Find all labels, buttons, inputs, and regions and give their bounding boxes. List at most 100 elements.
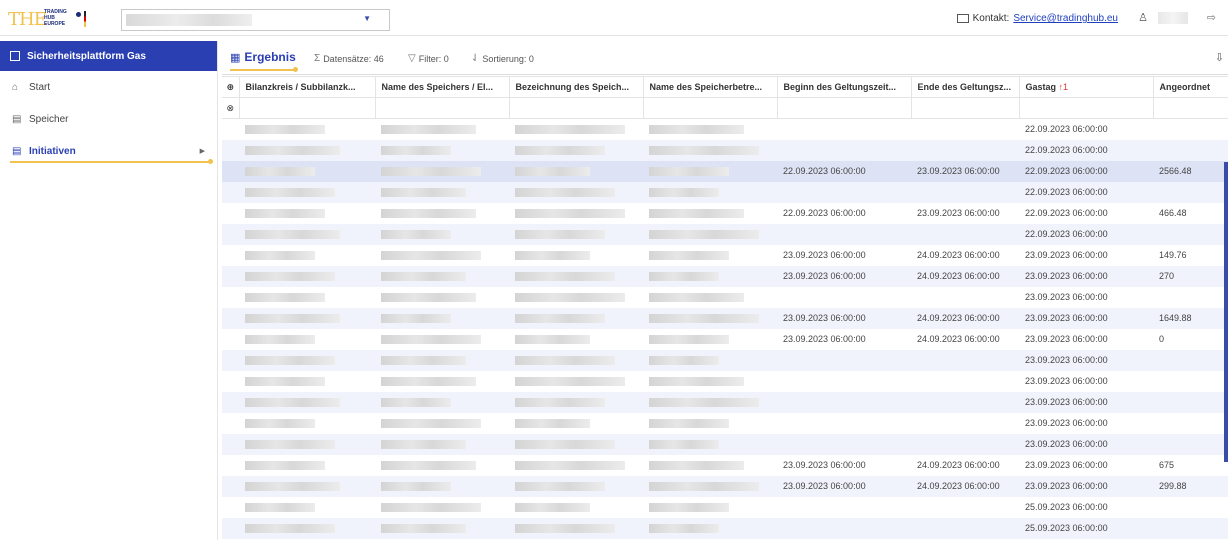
cell-wert: 299.88 <box>1153 475 1228 497</box>
table-row[interactable]: 23.09.2023 06:00:00 24.09.2023 06:00:00 23… <box>222 328 1228 350</box>
column-header-gastag[interactable]: Gastag ↑1 <box>1019 76 1154 98</box>
redacted-cell <box>239 286 375 308</box>
redacted-cell <box>643 139 777 161</box>
table-row[interactable]: 22.09.2023 06:00:00 <box>222 118 1228 140</box>
table-row[interactable]: 23.09.2023 06:00:00 24.09.2023 06:00:00 23… <box>222 244 1228 266</box>
table-row[interactable]: 23.09.2023 06:00:00 <box>222 433 1228 455</box>
redacted-value <box>649 314 759 324</box>
user-icon[interactable]: ♙ <box>1138 11 1148 24</box>
filter-icon: ▽ <box>408 53 416 64</box>
row-control-cell <box>222 454 239 476</box>
table-row[interactable]: 23.09.2023 06:00:00 <box>222 349 1228 371</box>
sidebar-item-speicher[interactable]: ▤ Speicher <box>0 103 217 135</box>
column-header-angeordnet[interactable]: Angeordnet <box>1153 76 1228 98</box>
table-row[interactable]: 22.09.2023 06:00:00 23.09.2023 06:00:00 22… <box>222 160 1228 182</box>
redacted-cell <box>239 391 375 413</box>
redacted-cell <box>643 118 777 140</box>
redacted-value <box>649 251 729 261</box>
sidebar-item-initiativen[interactable]: ▤ Initiativen ▶ <box>0 135 217 167</box>
redacted-cell <box>239 223 375 245</box>
cell-ende: 24.09.2023 06:00:00 <box>911 454 1019 476</box>
table-row[interactable]: 23.09.2023 06:00:00 <box>222 286 1228 308</box>
logout-icon[interactable]: ⇨ <box>1207 11 1216 24</box>
column-header-beginn[interactable]: Beginn des Geltungszeit... <box>777 76 912 98</box>
redacted-value <box>245 230 340 240</box>
table-row[interactable]: 23.09.2023 06:00:00 <box>222 370 1228 392</box>
cell-wert: 270 <box>1153 265 1228 287</box>
redacted-cell <box>509 496 643 518</box>
table-row[interactable]: 23.09.2023 06:00:00 24.09.2023 06:00:00 23… <box>222 307 1228 329</box>
table-row[interactable]: 23.09.2023 06:00:00 <box>222 412 1228 434</box>
the-logo[interactable]: THE TRADING HUB EUROPE <box>8 7 113 31</box>
filter-cell[interactable] <box>509 97 644 119</box>
filter-cell[interactable] <box>375 97 510 119</box>
filter-cell[interactable] <box>643 97 778 119</box>
redacted-cell <box>509 181 643 203</box>
table-row[interactable]: 22.09.2023 06:00:00 <box>222 223 1228 245</box>
cell-ende: 24.09.2023 06:00:00 <box>911 307 1019 329</box>
filter-cell[interactable] <box>777 97 912 119</box>
table-row[interactable]: 22.09.2023 06:00:00 <box>222 139 1228 161</box>
logo-subtext: TRADING HUB EUROPE <box>44 9 67 27</box>
filter-cell[interactable] <box>1153 97 1228 119</box>
table-row[interactable]: 23.09.2023 06:00:00 24.09.2023 06:00:00 23… <box>222 475 1228 497</box>
column-header-bilanzkreis[interactable]: Bilanzkreis / Subbilanzk... <box>239 76 376 98</box>
add-column-icon[interactable]: ⊕ <box>222 76 240 98</box>
sidebar-item-start[interactable]: ⌂ Start <box>0 71 217 103</box>
row-control-cell <box>222 202 239 224</box>
redacted-value <box>515 356 615 366</box>
cell-ende <box>911 349 1019 371</box>
filter-count[interactable]: ▽ Filter: 0 <box>408 53 449 64</box>
redacted-cell <box>643 454 777 476</box>
sidebar-header[interactable]: Sicherheitsplattform Gas <box>0 41 217 71</box>
redacted-value <box>649 503 729 513</box>
redacted-cell <box>643 433 777 455</box>
redacted-cell <box>375 475 509 497</box>
cell-ende <box>911 286 1019 308</box>
row-control-cell <box>222 412 239 434</box>
redacted-cell <box>375 202 509 224</box>
filter-cell[interactable] <box>1019 97 1154 119</box>
vertical-scrollbar[interactable] <box>1224 162 1228 462</box>
table-row[interactable]: 22.09.2023 06:00:00 23.09.2023 06:00:00 22… <box>222 202 1228 224</box>
sidebar-item-label: Speicher <box>29 113 69 125</box>
record-count-label: Datensätze: 46 <box>323 53 384 64</box>
sort-count[interactable]: ⇃ Sortierung: 0 <box>471 53 534 64</box>
main-content: ▦ Ergebnis Σ Datensätze: 46 ▽ Filter: 0 … <box>222 41 1228 540</box>
filter-cell[interactable] <box>239 97 376 119</box>
cell-gastag: 23.09.2023 06:00:00 <box>1019 433 1153 455</box>
column-header-ende[interactable]: Ende des Geltungsz... <box>911 76 1020 98</box>
tenant-value-redacted <box>126 14 252 26</box>
redacted-cell <box>509 349 643 371</box>
table-row[interactable]: 22.09.2023 06:00:00 <box>222 181 1228 203</box>
column-header-speicher[interactable]: Name des Speichers / El... <box>375 76 510 98</box>
redacted-value <box>649 524 719 534</box>
cell-wert <box>1153 517 1228 539</box>
table-row[interactable]: 25.09.2023 06:00:00 <box>222 517 1228 539</box>
table-row[interactable]: 23.09.2023 06:00:00 <box>222 391 1228 413</box>
export-icon[interactable]: ⇩ <box>1215 51 1224 64</box>
filter-cell[interactable] <box>911 97 1020 119</box>
tab-label: Ergebnis <box>244 50 296 64</box>
clear-filter-icon[interactable]: ⊗ <box>222 97 240 119</box>
column-header-betreiber[interactable]: Name des Speicherbetre... <box>643 76 778 98</box>
table-row[interactable]: 23.09.2023 06:00:00 24.09.2023 06:00:00 23… <box>222 265 1228 287</box>
redacted-value <box>649 188 719 198</box>
cell-beginn: 22.09.2023 06:00:00 <box>777 160 911 182</box>
redacted-cell <box>239 307 375 329</box>
tab-ergebnis[interactable]: ▦ Ergebnis <box>230 50 298 72</box>
redacted-value <box>649 398 759 408</box>
tenant-select[interactable]: ▼ <box>121 9 390 31</box>
cell-beginn <box>777 412 911 434</box>
cell-gastag: 22.09.2023 06:00:00 <box>1019 160 1153 182</box>
cell-ende <box>911 496 1019 518</box>
contact-email-link[interactable]: Service@tradinghub.eu <box>1013 13 1118 24</box>
redacted-value <box>515 524 615 534</box>
top-bar: THE TRADING HUB EUROPE ▼ Kontakt: Servic… <box>0 0 1228 36</box>
table-row[interactable]: 23.09.2023 06:00:00 24.09.2023 06:00:00 23… <box>222 454 1228 476</box>
table-row[interactable]: 25.09.2023 06:00:00 <box>222 496 1228 518</box>
cell-wert <box>1153 223 1228 245</box>
redacted-cell <box>509 286 643 308</box>
column-header-bezeichnung[interactable]: Bezeichnung des Speich... <box>509 76 644 98</box>
redacted-value <box>381 146 451 156</box>
